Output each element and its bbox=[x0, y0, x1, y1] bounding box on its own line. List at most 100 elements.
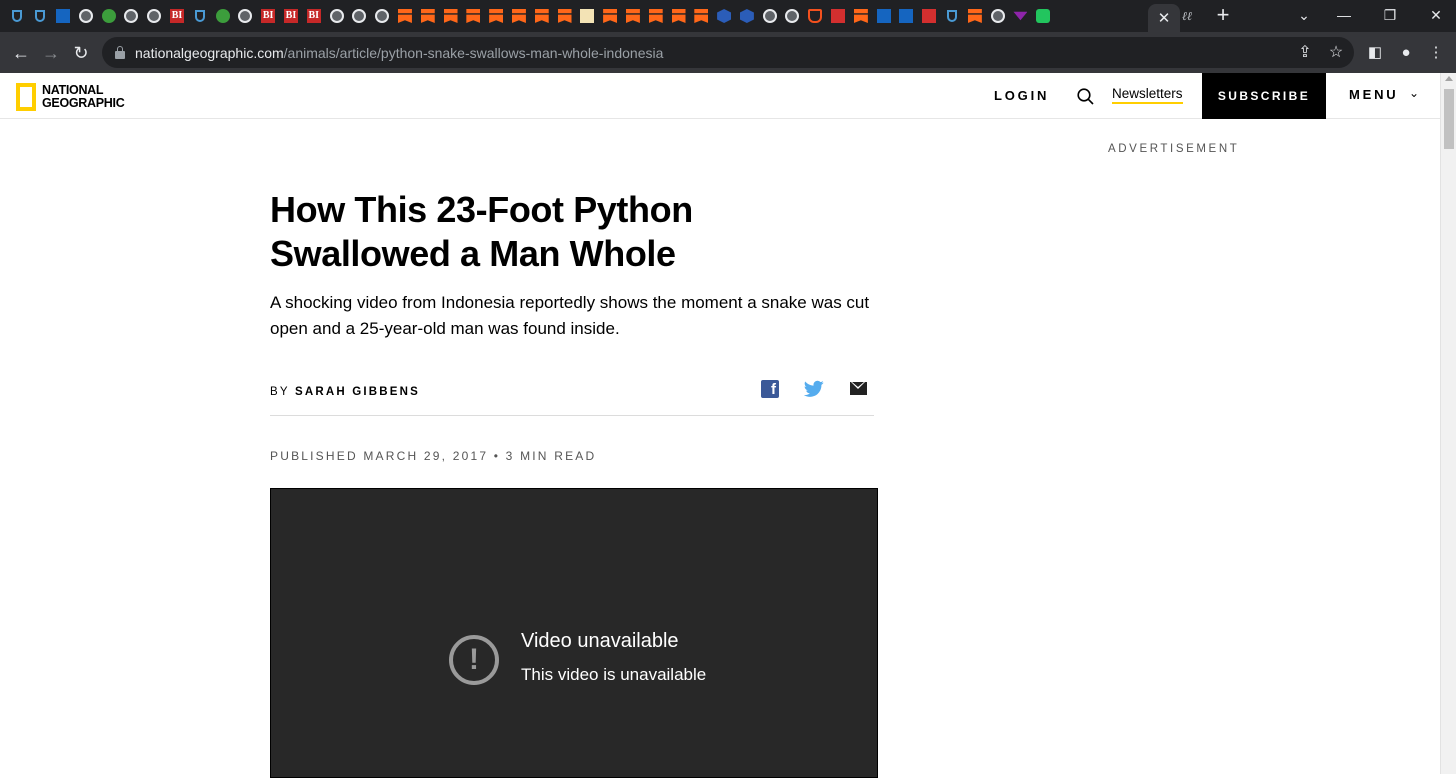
shield-favicon-icon[interactable] bbox=[188, 6, 211, 26]
red-favicon-icon[interactable] bbox=[827, 6, 850, 26]
substack-favicon-icon[interactable] bbox=[439, 6, 462, 26]
logo-line-2: GEOGRAPHIC bbox=[42, 95, 125, 110]
subscribe-button[interactable]: SUBSCRIBE bbox=[1202, 73, 1326, 119]
error-exclamation-icon: ! bbox=[449, 635, 499, 685]
globe-favicon-icon[interactable] bbox=[325, 6, 348, 26]
globe-favicon-icon[interactable] bbox=[234, 6, 257, 26]
scroll-thumb[interactable] bbox=[1444, 89, 1454, 149]
substack-favicon-icon[interactable] bbox=[667, 6, 690, 26]
site-header: NATIONAL GEOGRAPHIC LOGIN Newsletters SU… bbox=[0, 73, 1440, 119]
divider bbox=[270, 415, 874, 416]
blue-favicon-icon[interactable] bbox=[52, 6, 75, 26]
red-favicon-icon[interactable] bbox=[918, 6, 941, 26]
logo-text: NATIONAL GEOGRAPHIC bbox=[42, 82, 125, 110]
forward-icon[interactable]: → bbox=[38, 40, 64, 66]
purple-favicon-icon[interactable] bbox=[1009, 6, 1032, 26]
blue-favicon-icon[interactable] bbox=[895, 6, 918, 26]
back-icon[interactable]: ← bbox=[8, 40, 34, 66]
play-favicon-icon[interactable] bbox=[97, 6, 120, 26]
substack-favicon-icon[interactable] bbox=[508, 6, 531, 26]
minimize-icon[interactable]: — bbox=[1329, 4, 1359, 26]
close-tab-icon[interactable]: ✕ bbox=[1158, 9, 1171, 27]
advertisement-label: ADVERTISEMENT bbox=[1108, 143, 1240, 155]
profile-icon[interactable]: ● bbox=[1395, 42, 1417, 64]
bi-favicon-icon[interactable]: BI bbox=[257, 6, 280, 26]
active-tab[interactable]: ✕ bbox=[1148, 4, 1180, 32]
tab-search-icon[interactable]: ⌄ bbox=[1289, 4, 1319, 26]
tab-favicon[interactable]: ℓℓ bbox=[1182, 9, 1196, 23]
newsletters-link[interactable]: Newsletters bbox=[1112, 86, 1183, 104]
byline: BY SARAH GIBBENS bbox=[270, 386, 420, 398]
shield-favicon-icon[interactable] bbox=[941, 6, 964, 26]
substack-favicon-icon[interactable] bbox=[690, 6, 713, 26]
article-headline: How This 23-Foot Python Swallowed a Man … bbox=[270, 189, 693, 274]
bi-favicon-icon[interactable]: BI bbox=[302, 6, 325, 26]
browser-toolbar: ← → ↻ nationalgeographic.com/animals/art… bbox=[0, 32, 1456, 73]
facebook-share-icon[interactable]: f bbox=[761, 380, 779, 398]
globe-favicon-icon[interactable] bbox=[74, 6, 97, 26]
byline-prefix: BY bbox=[270, 386, 290, 398]
substack-favicon-icon[interactable] bbox=[530, 6, 553, 26]
hex-favicon-icon[interactable] bbox=[713, 6, 736, 26]
orange-favicon-icon[interactable] bbox=[804, 6, 827, 26]
lock-icon[interactable] bbox=[115, 46, 125, 59]
page-scrollbar[interactable] bbox=[1440, 73, 1456, 774]
article-dek: A shocking video from Indonesia reported… bbox=[270, 293, 870, 338]
substack-favicon-icon[interactable] bbox=[849, 6, 872, 26]
author-link[interactable]: SARAH GIBBENS bbox=[295, 386, 420, 398]
substack-favicon-icon[interactable] bbox=[416, 6, 439, 26]
substack-favicon-icon[interactable] bbox=[599, 6, 622, 26]
published-date: PUBLISHED MARCH 29, 2017 • 3 MIN READ bbox=[270, 449, 597, 463]
video-error-title: Video unavailable bbox=[521, 630, 679, 652]
share-icon[interactable]: ⇪ bbox=[1293, 41, 1317, 65]
url-path: /animals/article/python-snake-swallows-m… bbox=[283, 45, 664, 61]
menu-button[interactable]: MENU bbox=[1349, 87, 1398, 102]
substack-favicon-icon[interactable] bbox=[462, 6, 485, 26]
browser-tab-strip: BI BI BI BI ✕ ℓℓ + ⌄ — ❐ ✕ bbox=[0, 0, 1456, 32]
substack-favicon-icon[interactable] bbox=[394, 6, 417, 26]
shield-favicon-icon[interactable] bbox=[29, 6, 52, 26]
scroll-up-arrow-icon[interactable] bbox=[1445, 76, 1453, 81]
new-tab-button[interactable]: + bbox=[1212, 4, 1234, 28]
substack-favicon-icon[interactable] bbox=[963, 6, 986, 26]
doc-favicon-icon[interactable] bbox=[576, 6, 599, 26]
substack-favicon-icon[interactable] bbox=[622, 6, 645, 26]
search-icon[interactable] bbox=[1077, 88, 1094, 105]
bi-favicon-icon[interactable]: BI bbox=[166, 6, 189, 26]
logo-line-1: NATIONAL bbox=[42, 82, 104, 97]
natgeo-logo[interactable]: NATIONAL GEOGRAPHIC bbox=[16, 82, 125, 111]
green-favicon-icon[interactable] bbox=[1032, 6, 1055, 26]
shield-favicon-icon[interactable] bbox=[6, 6, 29, 26]
video-error-message: This video is unavailable bbox=[521, 665, 707, 684]
globe-favicon-icon[interactable] bbox=[371, 6, 394, 26]
bookmark-star-icon[interactable]: ☆ bbox=[1324, 41, 1348, 65]
globe-favicon-icon[interactable] bbox=[758, 6, 781, 26]
globe-favicon-icon[interactable] bbox=[120, 6, 143, 26]
twitter-share-icon[interactable] bbox=[804, 380, 824, 398]
globe-favicon-icon[interactable] bbox=[781, 6, 804, 26]
bi-favicon-icon[interactable]: BI bbox=[280, 6, 303, 26]
email-share-icon[interactable] bbox=[850, 382, 867, 395]
hex-favicon-icon[interactable] bbox=[736, 6, 759, 26]
substack-favicon-icon[interactable] bbox=[644, 6, 667, 26]
play-favicon-icon[interactable] bbox=[211, 6, 234, 26]
video-player[interactable]: ! Video unavailable This video is unavai… bbox=[270, 488, 878, 778]
globe-favicon-icon[interactable] bbox=[348, 6, 371, 26]
substack-favicon-icon[interactable] bbox=[553, 6, 576, 26]
globe-favicon-icon[interactable] bbox=[143, 6, 166, 26]
window-close-icon[interactable]: ✕ bbox=[1421, 4, 1451, 26]
browser-menu-icon[interactable]: ⋮ bbox=[1425, 42, 1447, 64]
tab-favicon-row[interactable]: BI BI BI BI bbox=[6, 6, 1055, 26]
reload-icon[interactable]: ↻ bbox=[68, 40, 94, 66]
login-link[interactable]: LOGIN bbox=[994, 88, 1049, 103]
url-text[interactable]: nationalgeographic.com/animals/article/p… bbox=[135, 45, 663, 61]
url-domain: nationalgeographic.com bbox=[135, 45, 284, 61]
maximize-icon[interactable]: ❐ bbox=[1375, 4, 1405, 26]
globe-favicon-icon[interactable] bbox=[986, 6, 1009, 26]
yellow-border-icon bbox=[16, 82, 36, 111]
address-bar[interactable]: nationalgeographic.com/animals/article/p… bbox=[102, 37, 1354, 68]
substack-favicon-icon[interactable] bbox=[485, 6, 508, 26]
chevron-down-icon[interactable]: ⌄ bbox=[1409, 86, 1419, 100]
blue-favicon-icon[interactable] bbox=[872, 6, 895, 26]
side-panel-icon[interactable]: ◧ bbox=[1364, 42, 1386, 64]
